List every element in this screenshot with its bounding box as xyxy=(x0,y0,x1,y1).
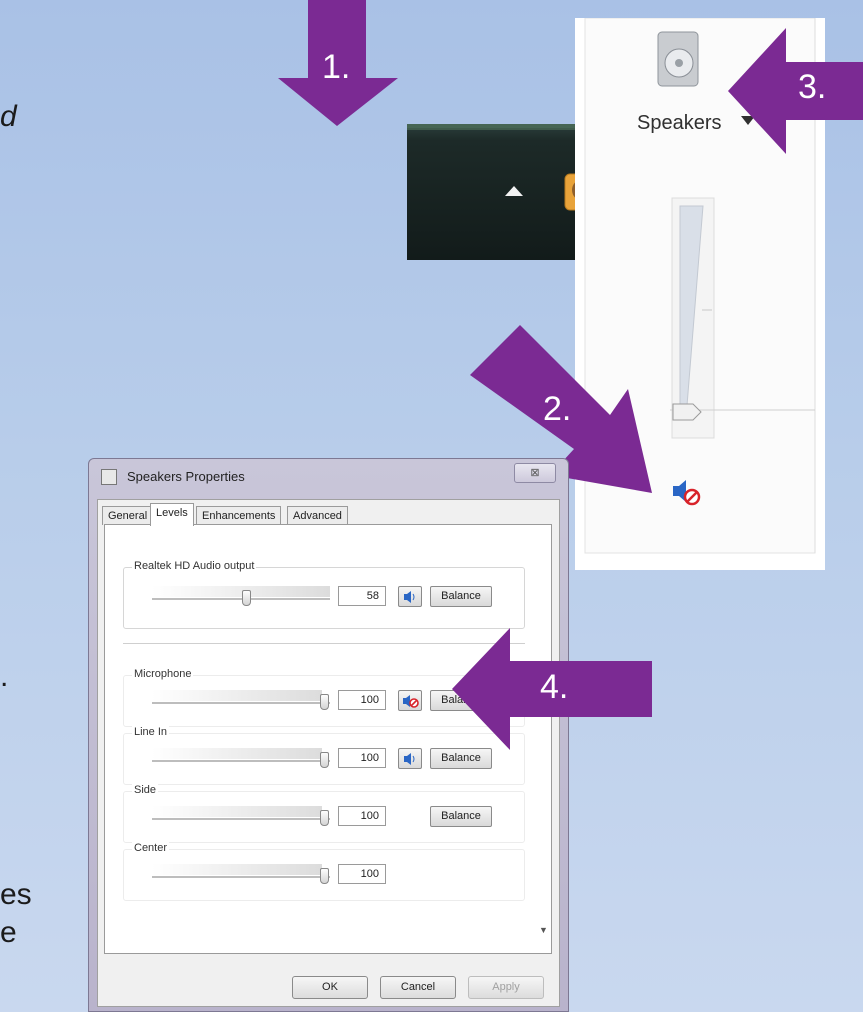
apply-button[interactable]: Apply xyxy=(468,976,544,999)
slider-track-side xyxy=(152,818,330,820)
mute-button-microphone[interactable] xyxy=(398,690,422,711)
channel-label-line-in: Line In xyxy=(132,726,170,738)
callout-arrow-3 xyxy=(728,28,863,154)
cancel-button[interactable]: Cancel xyxy=(380,976,456,999)
device-label[interactable]: Speakers xyxy=(637,112,722,135)
slider-track-microphone xyxy=(152,702,330,704)
slider-fill-microphone xyxy=(152,690,322,701)
level-value-microphone[interactable]: 100 xyxy=(338,690,386,710)
slider-fill-side xyxy=(152,806,322,817)
slider-thumb-line-in[interactable] xyxy=(320,752,329,768)
tab-enhancements[interactable]: Enhancements xyxy=(196,506,282,525)
text-fragment-bottom-2: e xyxy=(0,916,17,949)
group-center: Center 100 xyxy=(123,842,525,901)
level-value-center[interactable]: 100 xyxy=(338,864,386,884)
level-value-side[interactable]: 100 xyxy=(338,806,386,826)
slider-fill-center xyxy=(152,864,322,875)
slider-thumb-side[interactable] xyxy=(320,810,329,826)
callout-label-3: 3. xyxy=(798,68,827,106)
text-fragment-top: d xyxy=(0,100,17,133)
slider-track-center xyxy=(152,876,330,878)
slider-fill-main xyxy=(152,586,330,597)
mute-button-line-in[interactable] xyxy=(398,748,422,769)
speaker-on-icon xyxy=(404,591,415,603)
slider-track-line-in xyxy=(152,760,330,762)
show-hidden-icons-arrow[interactable] xyxy=(505,186,523,196)
channel-label-side: Side xyxy=(132,784,159,796)
group-side: Side 100 Balance xyxy=(123,784,525,843)
balance-button-line-in[interactable]: Balance xyxy=(430,748,492,769)
slider-thumb-main[interactable] xyxy=(242,590,251,606)
level-value-main[interactable]: 58 xyxy=(338,586,386,606)
channel-label-center: Center xyxy=(132,842,170,854)
ok-button[interactable]: OK xyxy=(292,976,368,999)
dialog-client-area: General Levels Enhancements Advanced Rea… xyxy=(97,499,560,1007)
slider-thumb-microphone[interactable] xyxy=(320,694,329,710)
speaker-on-icon xyxy=(404,753,415,765)
dialog-title-icon xyxy=(101,469,117,485)
callout-label-2: 2. xyxy=(543,390,572,428)
dialog-title: Speakers Properties xyxy=(127,469,245,484)
channel-label-main: Realtek HD Audio output xyxy=(132,560,257,572)
balance-button-side[interactable]: Balance xyxy=(430,806,492,827)
callout-label-1: 1. xyxy=(322,48,351,86)
tab-general[interactable]: General xyxy=(102,506,154,525)
text-fragment-mid: . xyxy=(0,660,9,693)
speaker-icon[interactable] xyxy=(657,31,699,87)
channel-label-microphone: Microphone xyxy=(132,668,194,680)
group-main-output: Realtek HD Audio output 58 Balance xyxy=(123,560,525,629)
speaker-muted-icon xyxy=(403,695,419,708)
mute-button-main[interactable] xyxy=(398,586,422,607)
balance-button-main[interactable]: Balance xyxy=(430,586,492,607)
close-button[interactable]: ⊠ xyxy=(514,463,556,483)
scroll-down-arrow-icon[interactable]: ▼ xyxy=(539,925,548,935)
slider-thumb-center[interactable] xyxy=(320,868,329,884)
slider-fill-line-in xyxy=(152,748,322,759)
text-fragment-bottom-1: es xyxy=(0,878,32,911)
tab-advanced[interactable]: Advanced xyxy=(287,506,348,525)
level-value-line-in[interactable]: 100 xyxy=(338,748,386,768)
callout-label-4: 4. xyxy=(540,668,569,706)
slider-track-main xyxy=(152,598,330,600)
tab-levels[interactable]: Levels xyxy=(150,503,194,526)
